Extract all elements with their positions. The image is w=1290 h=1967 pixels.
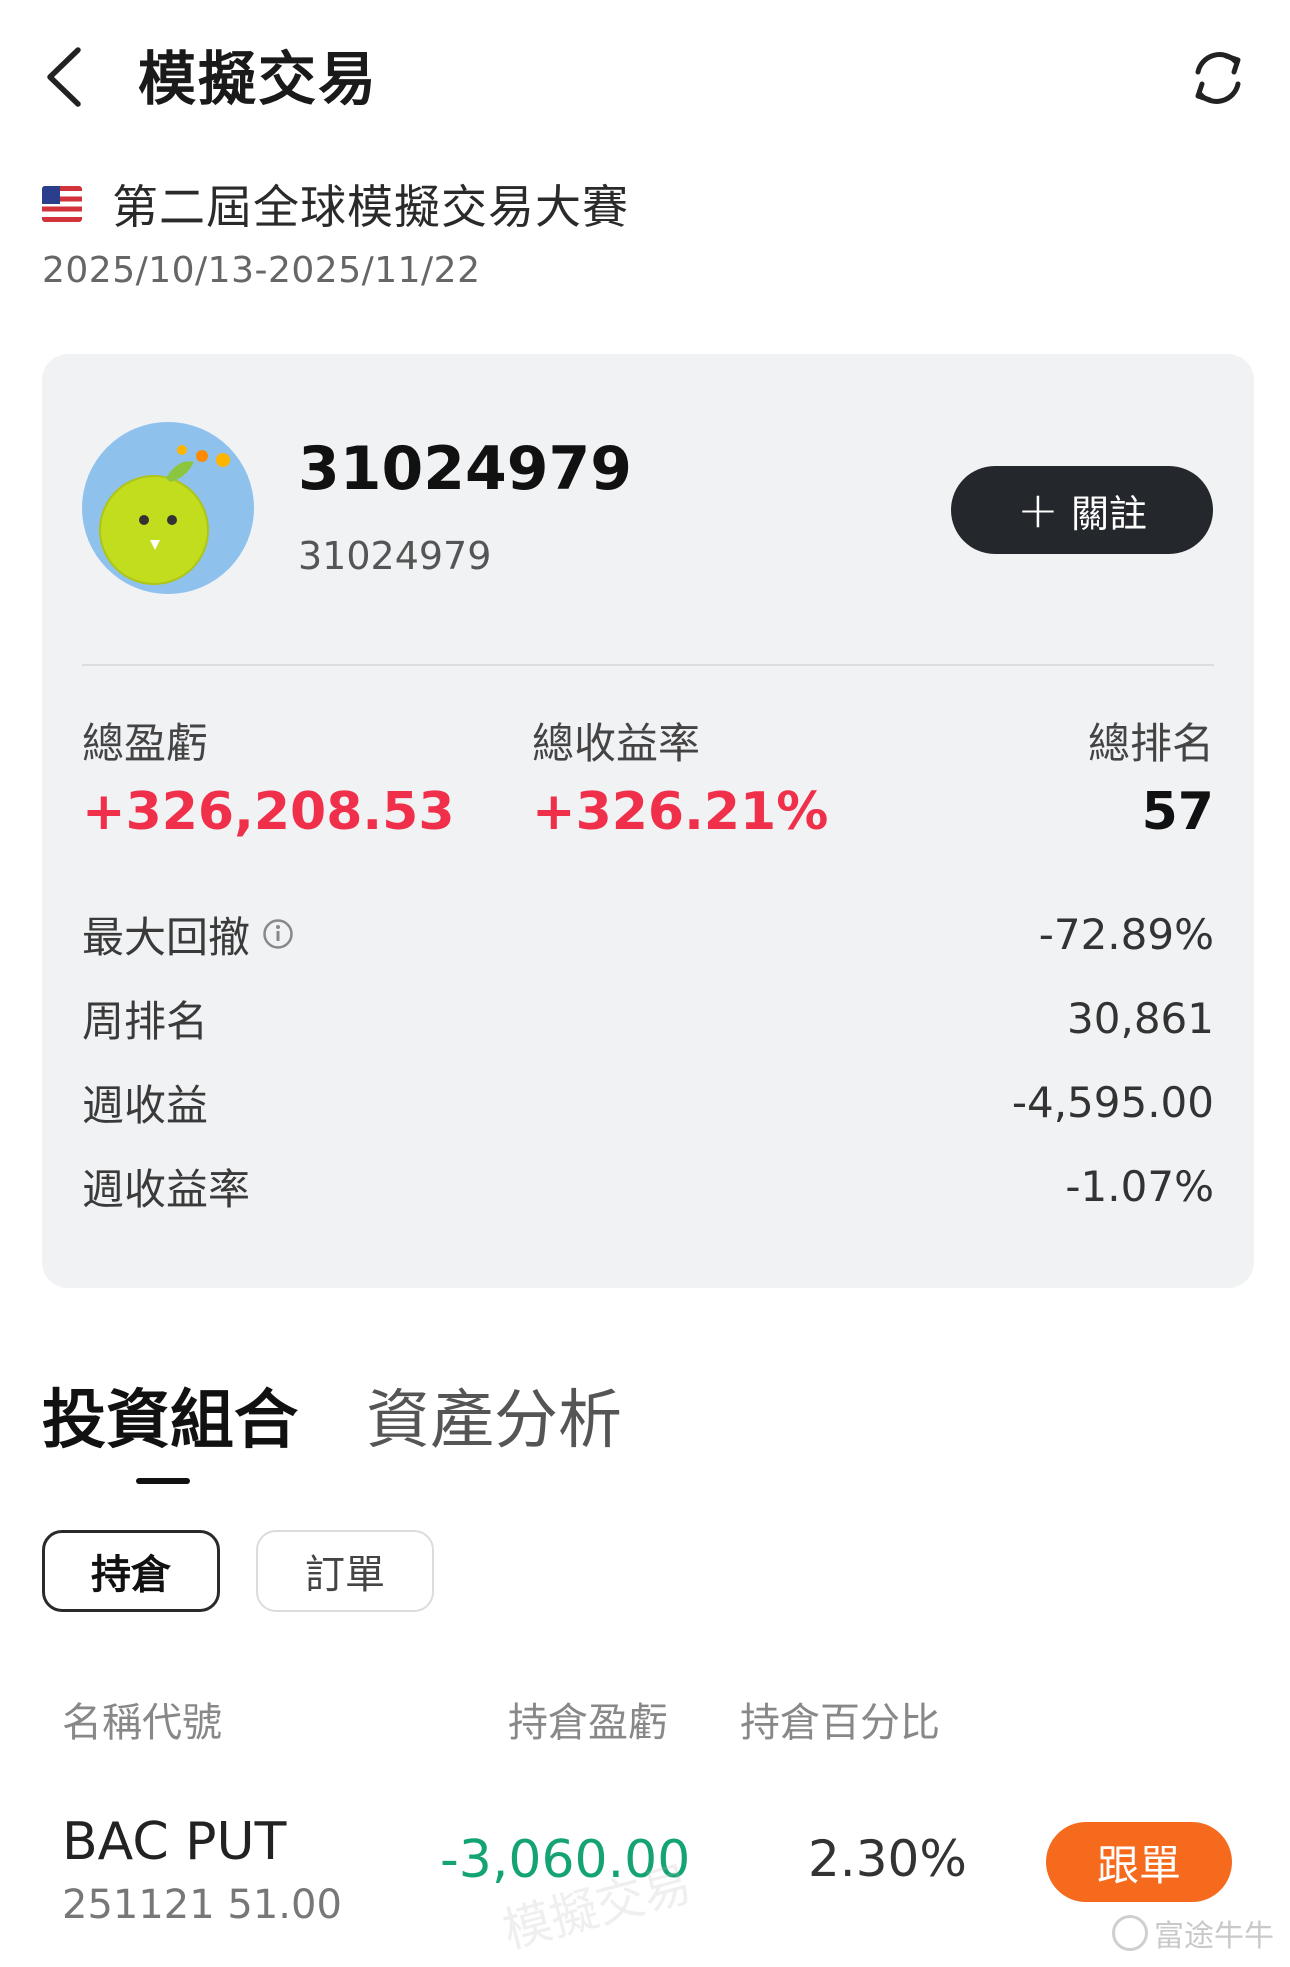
column-header-name[interactable]: 名稱代號	[62, 1690, 222, 1748]
avatar[interactable]	[82, 422, 254, 594]
weekly-return-row: 週收益率 -1.07%	[82, 1156, 1214, 1216]
refresh-icon	[1195, 52, 1241, 104]
brand-watermark: 富途牛牛	[1112, 1908, 1274, 1958]
contest-name: 第二屆全球模擬交易大賽	[112, 180, 629, 234]
chevron-left-icon	[47, 47, 81, 107]
max-drawdown-label: 最大回撤	[82, 912, 251, 962]
brand-logo-icon	[1112, 1915, 1148, 1951]
contest-row: 第二屆全球模擬交易大賽	[42, 172, 629, 236]
max-drawdown-value: -72.89%	[1038, 909, 1214, 959]
position-name: BAC PUT	[62, 1812, 287, 1872]
page-title: 模擬交易	[138, 45, 379, 113]
position-percent: 2.30%	[808, 1830, 967, 1888]
weekly-return-label: 週收益率	[82, 1164, 251, 1214]
back-button[interactable]	[40, 44, 92, 110]
weekly-pl-value: -4,595.00	[1011, 1077, 1214, 1127]
divider	[82, 664, 1214, 666]
weekly-rank-row: 周排名 30,861	[82, 988, 1214, 1048]
header: 模擬交易	[0, 0, 1290, 160]
total-rank-label: 總排名	[1087, 719, 1214, 768]
tab-asset-analysis[interactable]: 資產分析	[366, 1376, 622, 1466]
refresh-button[interactable]	[1186, 46, 1250, 110]
column-header-percent[interactable]: 持倉百分比	[740, 1690, 940, 1748]
max-drawdown-row: 最大回撤 -72.89%	[82, 904, 1214, 964]
copy-trade-button[interactable]: 跟單	[1046, 1822, 1232, 1902]
position-contract: 251121 51.00	[62, 1882, 342, 1928]
plus-icon: +	[1017, 481, 1059, 539]
tab-active-indicator	[136, 1478, 190, 1484]
us-flag-icon	[42, 186, 82, 222]
user-id: 31024979	[298, 534, 492, 578]
profile-card: 31024979 31024979 + 關註 總盈虧 +326,208.53 總…	[42, 354, 1254, 1288]
contest-date-range: 2025/10/13-2025/11/22	[42, 250, 481, 291]
column-header-pl[interactable]: 持倉盈虧	[508, 1690, 668, 1748]
follow-button[interactable]: + 關註	[951, 466, 1213, 554]
subtab-positions[interactable]: 持倉	[42, 1530, 220, 1612]
weekly-rank-label: 周排名	[82, 996, 209, 1046]
follow-label: 關註	[1070, 491, 1147, 536]
total-pl-label: 總盈虧	[82, 719, 209, 768]
total-return-label: 總收益率	[532, 719, 701, 768]
tab-portfolio[interactable]: 投資組合	[42, 1376, 298, 1466]
total-return-value: +326.21%	[532, 782, 829, 842]
weekly-return-value: -1.07%	[1065, 1161, 1214, 1211]
info-icon[interactable]	[262, 918, 294, 950]
total-pl-value: +326,208.53	[82, 782, 455, 842]
total-rank-value: 57	[1141, 782, 1214, 842]
weekly-pl-row: 週收益 -4,595.00	[82, 1072, 1214, 1132]
brand-name: 富途牛牛	[1154, 1919, 1274, 1954]
user-name: 31024979	[298, 434, 632, 504]
weekly-rank-value: 30,861	[1067, 993, 1214, 1043]
weekly-pl-label: 週收益	[82, 1080, 209, 1130]
subtab-orders[interactable]: 訂單	[256, 1530, 434, 1612]
avatar-mascot-icon	[99, 445, 230, 585]
